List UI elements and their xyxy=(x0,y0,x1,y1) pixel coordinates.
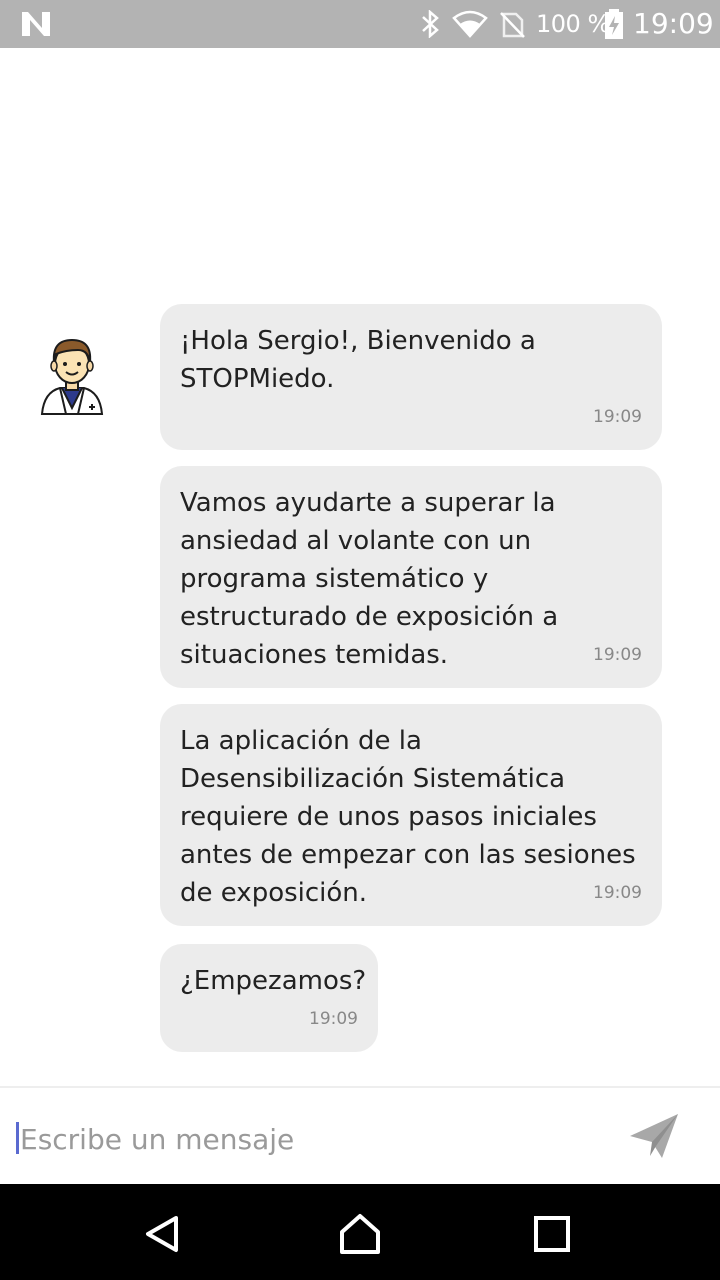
chat-message: Vamos ayudarte a superar la ansiedad al … xyxy=(160,466,662,688)
send-icon xyxy=(626,1114,682,1166)
status-time: 19:09 xyxy=(633,7,714,40)
message-text: La aplicación de la Desensibilización Si… xyxy=(180,726,636,908)
message-text: ¡Hola Sergio!, Bienvenido a STOPMiedo. xyxy=(180,326,536,394)
message-time: 19:09 xyxy=(593,883,642,903)
recents-icon xyxy=(530,1216,574,1260)
message-text: ¿Empezamos? xyxy=(180,966,367,996)
message-input[interactable] xyxy=(18,1114,602,1164)
message-text: Vamos ayudarte a superar la ansiedad al … xyxy=(180,488,559,670)
home-button[interactable] xyxy=(338,1212,382,1256)
message-time: 19:09 xyxy=(593,645,642,665)
no-sim-icon xyxy=(498,10,526,42)
message-time: 19:09 xyxy=(309,1009,358,1029)
bluetooth-icon xyxy=(418,9,442,42)
message-time: 19:09 xyxy=(593,407,642,427)
wifi-icon xyxy=(452,10,488,42)
message-composer xyxy=(0,1086,720,1186)
back-button[interactable] xyxy=(140,1212,184,1256)
recents-button[interactable] xyxy=(530,1212,574,1256)
send-button[interactable] xyxy=(626,1110,686,1166)
battery-charging-icon xyxy=(604,9,624,43)
n-logo-icon xyxy=(20,10,52,42)
chat-message: La aplicación de la Desensibilización Si… xyxy=(160,704,662,926)
navigation-bar xyxy=(0,1184,720,1280)
back-icon xyxy=(140,1216,184,1260)
home-icon xyxy=(338,1214,382,1260)
battery-percent: 100 % xyxy=(536,10,610,38)
chat-message: ¡Hola Sergio!, Bienvenido a STOPMiedo. 1… xyxy=(160,304,662,450)
doctor-avatar-icon xyxy=(38,334,106,420)
chat-message: ¿Empezamos? 19:09 xyxy=(160,944,378,1052)
status-bar: 100 % 19:09 xyxy=(0,0,720,48)
